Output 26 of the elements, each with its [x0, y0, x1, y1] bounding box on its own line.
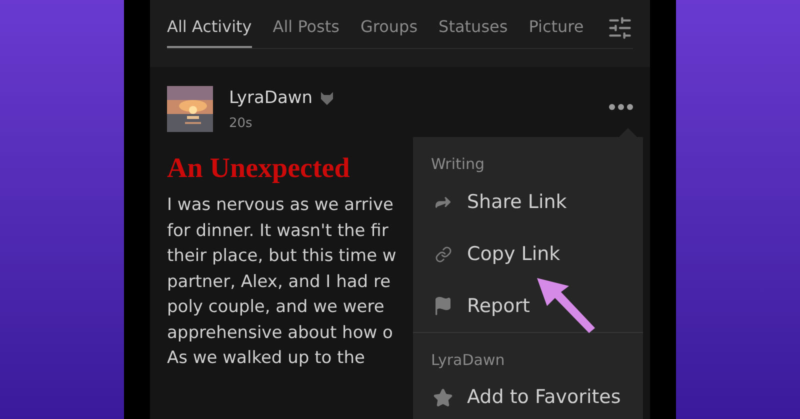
tab[interactable]: All Posts [272, 8, 340, 48]
star-icon [433, 388, 453, 408]
menu-item[interactable]: Add to Favorites [413, 372, 643, 419]
author-name[interactable]: LyraDawn [229, 86, 313, 112]
tab[interactable]: Statuses [438, 8, 508, 48]
tab[interactable]: Picture [528, 8, 584, 48]
menu-item[interactable]: Report [413, 280, 643, 332]
link-icon [434, 246, 452, 262]
body-text-line: partner, Alex, and I had re [167, 270, 391, 294]
menu-item[interactable]: Copy Link [413, 228, 643, 280]
tab[interactable]: Groups [360, 8, 418, 48]
body-text-line: poly couple, and we were [167, 296, 384, 319]
menu-section-heading: Writing [430, 154, 486, 175]
body-text-line: their place, but this time w [167, 245, 396, 268]
filter-sliders-icon[interactable] [607, 15, 633, 41]
menu-section-heading: LyraDawn [430, 350, 506, 370]
menu-item[interactable]: Share Link [413, 176, 643, 228]
post-time: 20s [229, 114, 254, 132]
flag-icon [433, 296, 453, 316]
tab[interactable]: All Activity [167, 8, 252, 48]
body-text-line: I was nervous as we arrive [167, 194, 394, 217]
body-text-line: apprehensive about how o [167, 322, 393, 344]
post-title: An Unexpected [167, 152, 350, 186]
more-options-button[interactable] [607, 102, 635, 112]
body-text-line: for dinner. It wasn't the fir [167, 220, 388, 242]
body-text-line: As we walked up to the [167, 347, 365, 370]
